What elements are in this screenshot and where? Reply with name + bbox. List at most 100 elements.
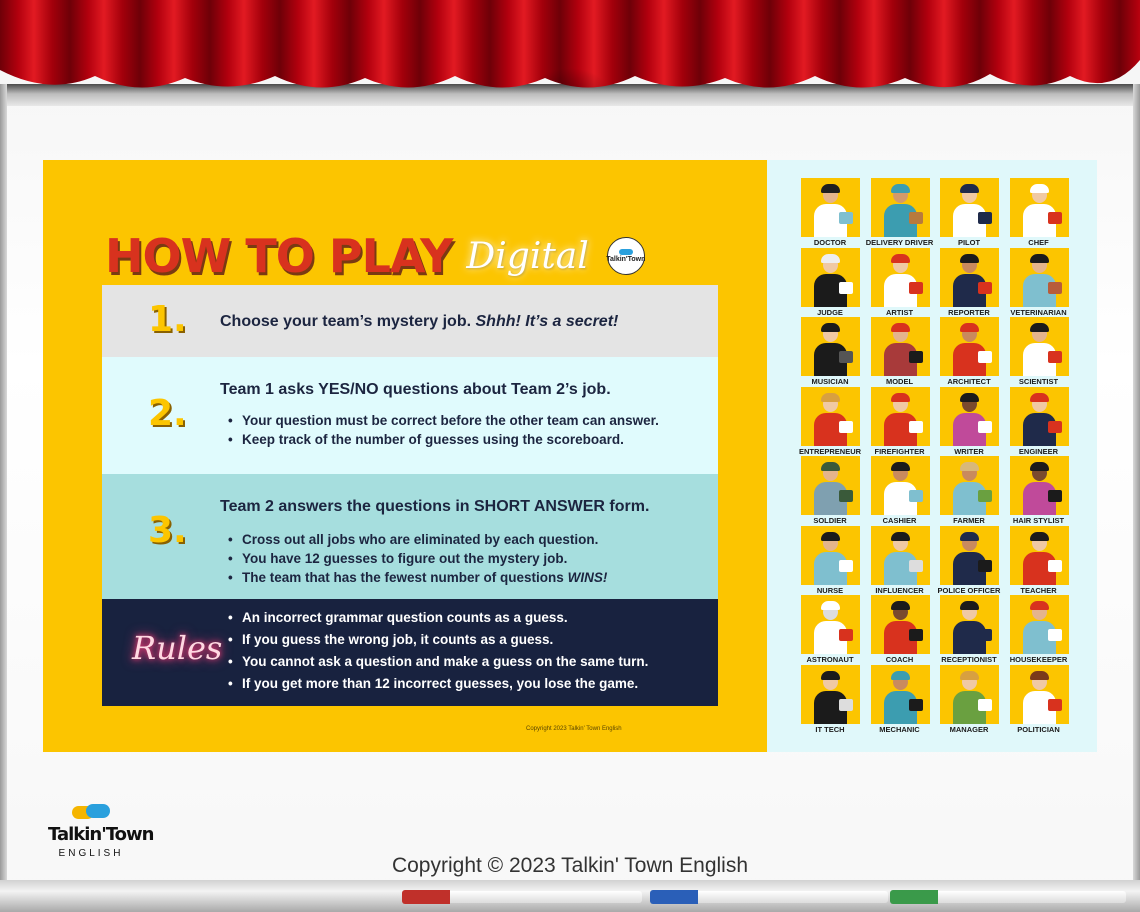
rule-item: If you guess the wrong job, it counts as… xyxy=(226,629,648,651)
whiteboard-marker[interactable] xyxy=(890,890,1126,904)
job-illustration xyxy=(801,317,860,376)
job-illustration xyxy=(1009,595,1069,654)
figure-hair xyxy=(960,670,979,680)
figure-hair xyxy=(960,184,979,193)
title-row: HOW TO PLAY Digital Talkin'Town xyxy=(105,228,645,284)
step-heading: Team 2 answers the questions in SHORT AN… xyxy=(220,498,650,515)
brand-name: Talkin'Town xyxy=(48,824,154,845)
job-illustration xyxy=(940,178,999,237)
marker-cap xyxy=(890,890,938,904)
whiteboard-frame-left xyxy=(0,84,7,912)
job-label: VETERINARIAN xyxy=(1010,307,1067,317)
figure-prop xyxy=(839,629,853,641)
figure-prop xyxy=(978,351,992,363)
bullet-text: The team that has the fewest number of q… xyxy=(242,570,564,585)
job-card: HAIR STYLIST xyxy=(1002,456,1076,526)
slide-copyright: Copyright 2023 Talkin' Town English xyxy=(526,726,622,732)
figure-prop xyxy=(839,281,853,294)
figure-hair xyxy=(821,323,840,332)
title-digital: Digital xyxy=(466,235,589,277)
job-illustration xyxy=(1009,664,1069,724)
figure-hair xyxy=(1029,462,1049,471)
mini-brand-logo: Talkin'Town xyxy=(606,237,645,275)
step-bullets: Your question must be correct before the… xyxy=(226,411,659,449)
marker-cap xyxy=(650,890,698,904)
job-illustration xyxy=(940,525,999,585)
speech-bubbles-icon xyxy=(72,804,112,824)
job-illustration xyxy=(1009,178,1069,237)
whiteboard-frame-right xyxy=(1133,84,1140,912)
job-illustration xyxy=(940,595,999,654)
bullet-emphasis: WINS! xyxy=(567,570,608,585)
figure-prop xyxy=(978,212,992,224)
figure-hair xyxy=(821,184,840,193)
step-number: 1. xyxy=(148,299,187,340)
job-illustration xyxy=(801,178,860,237)
job-card: VETERINARIAN xyxy=(1002,247,1076,318)
footer-copyright: Copyright © 2023 Talkin' Town English xyxy=(391,854,749,877)
job-card: HOUSEKEEPER xyxy=(1002,595,1076,665)
job-illustration xyxy=(1009,317,1069,376)
step-heading-text: Choose your team’s mystery job. xyxy=(220,313,472,330)
job-illustration xyxy=(870,317,930,376)
whiteboard-frame-top xyxy=(0,84,1140,106)
job-illustration xyxy=(870,525,930,585)
figure-hair xyxy=(1029,531,1049,541)
job-label: SCIENTIST xyxy=(1018,377,1059,386)
figure-prop xyxy=(1047,351,1062,363)
job-illustration xyxy=(940,456,999,515)
job-card: POLITICIAN xyxy=(1002,664,1076,735)
step-1: 1. Choose your team’s mystery job. Shhh!… xyxy=(102,285,718,357)
figure-hair xyxy=(890,531,910,541)
rule-item: You cannot ask a question and make a gue… xyxy=(226,651,648,673)
job-illustration xyxy=(1009,247,1069,307)
step-heading: Team 1 asks YES/NO questions about Team … xyxy=(220,381,611,398)
job-illustration xyxy=(940,664,999,724)
figure-prop xyxy=(908,490,923,502)
rule-item: If you get more than 12 incorrect guesse… xyxy=(226,673,648,695)
job-illustration xyxy=(870,386,930,446)
jobs-grid-panel: DOCTOR DELIVERY DRIVER PILOT CHEF JUDGE ARTIS… xyxy=(767,160,1097,752)
whiteboard-marker[interactable] xyxy=(650,890,888,904)
bullet-item: Your question must be correct before the… xyxy=(226,411,659,430)
marker-body xyxy=(698,891,888,903)
job-illustration xyxy=(801,247,860,307)
figure-hair xyxy=(890,670,910,680)
speech-bubble-icon xyxy=(618,248,633,255)
bullet-item: Keep track of the number of guesses usin… xyxy=(226,430,659,449)
job-illustration xyxy=(801,595,860,654)
bullet-item: Cross out all jobs who are eliminated by… xyxy=(226,530,607,549)
job-label: TEACHER xyxy=(1020,585,1057,595)
job-label: ENGINEER xyxy=(1018,446,1059,456)
whiteboard-marker[interactable] xyxy=(402,890,642,904)
job-label: HAIR STYLIST xyxy=(1012,516,1065,525)
figure-hair xyxy=(960,323,979,332)
figure-hair xyxy=(1029,253,1049,263)
figure-hair xyxy=(1029,323,1049,332)
figure-prop xyxy=(1047,281,1062,294)
figure-hair xyxy=(821,531,840,541)
job-label: POLITICIAN xyxy=(1017,724,1060,734)
figure-hair xyxy=(890,253,910,263)
job-card: ENGINEER xyxy=(1002,386,1076,457)
job-label: HOUSEKEEPER xyxy=(1009,655,1068,664)
step-number: 2. xyxy=(148,393,187,434)
rules-label: Rules xyxy=(132,629,223,667)
figure-hair xyxy=(821,601,840,610)
figure-hair xyxy=(1029,392,1049,402)
figure-hair xyxy=(960,253,979,263)
stage-curtain xyxy=(0,0,1140,96)
step-heading-emphasis: Shhh! It’s a secret! xyxy=(475,313,619,330)
figure-prop xyxy=(1047,698,1062,711)
job-card: CHEF xyxy=(1002,178,1076,248)
figure-hair xyxy=(890,323,910,332)
figure-prop xyxy=(908,420,923,433)
job-illustration xyxy=(801,525,860,585)
figure-prop xyxy=(1047,420,1062,433)
job-illustration xyxy=(1009,386,1069,446)
figure-prop xyxy=(839,559,853,572)
job-illustration xyxy=(801,664,860,724)
step-3: 3. Team 2 answers the questions in SHORT… xyxy=(102,474,718,599)
figure-prop xyxy=(839,420,853,433)
job-illustration xyxy=(1009,456,1069,515)
